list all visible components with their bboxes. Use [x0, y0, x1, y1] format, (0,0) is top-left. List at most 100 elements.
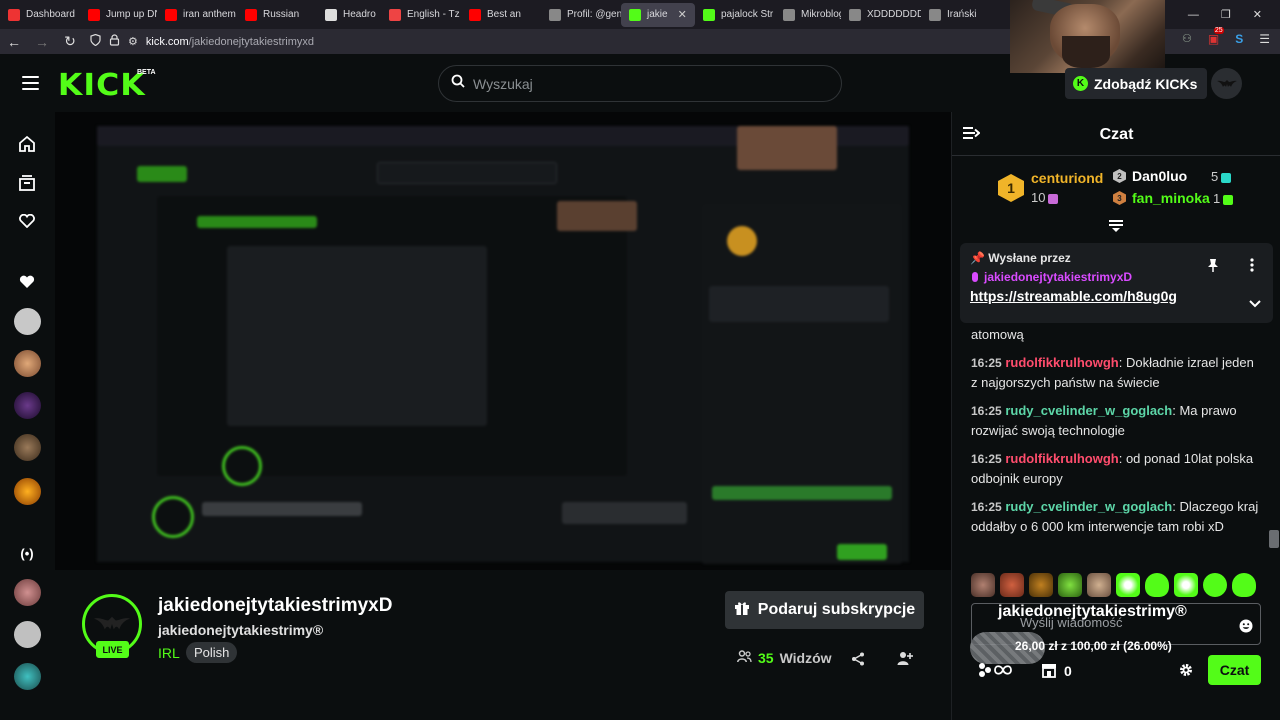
- chat-username[interactable]: rudolfikkrulhowgh: [1005, 451, 1118, 466]
- recommended-icon: (•): [20, 545, 34, 561]
- browser-tab[interactable]: jakie ✕: [621, 2, 695, 27]
- emoji-picker-icon[interactable]: [1239, 619, 1253, 638]
- browser-tab[interactable]: Russian: [237, 0, 317, 29]
- gift-icon: [734, 600, 750, 621]
- goal-amount: 26,00 zł z 100,00 zł (26.00%): [1015, 639, 1172, 653]
- get-kicks-button[interactable]: K Zdobądź KICKs: [1065, 68, 1208, 99]
- followed-channel-avatar[interactable]: [14, 308, 41, 335]
- followed-channel-avatar[interactable]: [14, 350, 41, 377]
- emote-icon[interactable]: [971, 573, 995, 597]
- store-icon[interactable]: [1041, 663, 1057, 683]
- s-extension-icon[interactable]: S: [1235, 32, 1243, 46]
- leaderboard-name-1[interactable]: centuriond: [1031, 170, 1103, 186]
- browse-icon[interactable]: [17, 173, 37, 193]
- gifter-leaderboard: 1 centuriond 10 2 Dan0luo 5 3 fan_minoka…: [952, 157, 1280, 225]
- recommended-channel-avatar[interactable]: [14, 579, 41, 606]
- language-tag[interactable]: Polish: [186, 642, 238, 663]
- browser-tab[interactable]: XDDDDDDD: [841, 0, 921, 29]
- browser-tab[interactable]: Best an: [461, 0, 541, 29]
- maximize-icon[interactable]: ❐: [1221, 8, 1231, 21]
- emote-icon[interactable]: [1087, 573, 1111, 597]
- close-window-icon[interactable]: ✕: [1253, 8, 1262, 21]
- window-controls: — ❐ ✕: [1188, 0, 1280, 29]
- pinned-user[interactable]: jakiedonejtytakiestrimyxD: [972, 270, 1132, 284]
- minimize-icon[interactable]: —: [1188, 9, 1199, 21]
- back-icon[interactable]: ←: [0, 34, 28, 50]
- browser-tab[interactable]: Profil: @gen: [541, 0, 621, 29]
- viewer-count: 35 Widzów: [737, 650, 832, 666]
- tab-label: Best an: [487, 9, 521, 20]
- emote-icon[interactable]: [1232, 573, 1256, 597]
- menu-burger-icon[interactable]: [22, 76, 39, 90]
- forward-icon[interactable]: →: [28, 34, 56, 50]
- emote-icon[interactable]: [1116, 573, 1140, 597]
- browser-tab[interactable]: Irański: [921, 0, 981, 29]
- followed-channel-avatar[interactable]: [14, 434, 41, 461]
- emote-icon[interactable]: [1145, 573, 1169, 597]
- share-icon[interactable]: [851, 652, 865, 671]
- gift-subscription-button[interactable]: Podaruj subskrypcje: [725, 591, 924, 629]
- chat-username[interactable]: rudy_cvelinder_w_goglach: [1005, 499, 1172, 514]
- live-badge: LIVE: [96, 641, 129, 658]
- chat-users-icon[interactable]: [977, 662, 1013, 683]
- reload-icon[interactable]: ↻: [56, 33, 84, 50]
- search-input[interactable]: [473, 75, 813, 92]
- browser-tab[interactable]: Headro: [317, 0, 381, 29]
- user-avatar[interactable]: [1211, 68, 1242, 99]
- emote-icon[interactable]: [1203, 573, 1227, 597]
- emote-icon[interactable]: [1000, 573, 1024, 597]
- recommended-channel-avatar[interactable]: [14, 621, 41, 648]
- emote-icon[interactable]: [1029, 573, 1053, 597]
- streamer-name[interactable]: jakiedonejtytakiestrimyxD: [158, 595, 392, 617]
- chat-settings-gear-icon[interactable]: [1179, 663, 1193, 682]
- chat-username[interactable]: rudy_cvelinder_w_goglach: [1005, 403, 1172, 418]
- chat-message: 16:25 rudolfikkrulhowgh: od ponad 10lat …: [971, 451, 1254, 486]
- chat-scrollbar[interactable]: [1269, 530, 1279, 548]
- permissions-icon[interactable]: ⚙: [128, 35, 138, 48]
- tab-favicon-icon: [245, 8, 257, 21]
- gift-subscription-label: Podaruj subskrypcje: [757, 601, 916, 618]
- expand-leaderboard-icon[interactable]: [1108, 219, 1124, 238]
- tab-label: iran anthem: [183, 9, 236, 20]
- browser-tab[interactable]: iran anthem: [157, 0, 237, 29]
- pin-icon[interactable]: [1207, 258, 1219, 277]
- browser-tab[interactable]: English - Tz: [381, 0, 461, 29]
- browser-tab[interactable]: pajalock Str: [695, 0, 775, 29]
- stream-info: LIVE jakiedonejtytakiestrimyxD jakiedone…: [55, 570, 951, 720]
- browser-tab[interactable]: Dashboard: [0, 0, 80, 29]
- tab-favicon-icon: [469, 8, 481, 21]
- extension-icon[interactable]: ⚇: [1182, 32, 1192, 46]
- rank-2-badge: 2: [1113, 169, 1126, 183]
- leaderboard-row-3[interactable]: 3 fan_minoka: [1113, 190, 1210, 206]
- home-icon[interactable]: [17, 134, 37, 154]
- extension-badge-count: 25: [1213, 27, 1224, 34]
- extension-badge-icon[interactable]: ▣ 25: [1208, 27, 1224, 46]
- menu-icon[interactable]: ☰: [1259, 32, 1270, 46]
- leaderboard-count-1: 10: [1031, 190, 1059, 205]
- address-bar[interactable]: ⚙ kick.com/jakiedonejtytakiestrimyxd: [90, 31, 1090, 53]
- send-chat-button[interactable]: Czat: [1208, 655, 1261, 685]
- recommended-channel-avatar[interactable]: [14, 663, 41, 690]
- kick-logo[interactable]: KICK: [58, 68, 146, 103]
- leaderboard-row-2[interactable]: 2 Dan0luo: [1113, 168, 1187, 184]
- close-tab-icon[interactable]: ✕: [678, 8, 687, 21]
- emote-icon[interactable]: [1058, 573, 1082, 597]
- browser-tab[interactable]: Mikroblog :: [775, 0, 841, 29]
- follow-user-icon[interactable]: [897, 651, 913, 671]
- followed-channel-avatar[interactable]: [14, 478, 41, 505]
- following-heart-icon[interactable]: [17, 211, 37, 231]
- browser-tab[interactable]: Jump up DN: [80, 0, 157, 29]
- viewers-icon: [737, 650, 752, 666]
- tab-favicon-icon: [929, 8, 941, 21]
- tab-favicon-icon: [703, 8, 715, 21]
- followed-channel-avatar[interactable]: [14, 392, 41, 419]
- chevron-down-icon[interactable]: [1249, 295, 1261, 313]
- chat-message: 16:25 rudolfikkrulhowgh: Dokładnie izrae…: [971, 355, 1254, 390]
- stream-category[interactable]: IRL: [158, 645, 180, 661]
- video-player[interactable]: [55, 112, 951, 570]
- emote-icon[interactable]: [1174, 573, 1198, 597]
- more-options-icon[interactable]: [1250, 258, 1254, 277]
- pinned-link[interactable]: https://streamable.com/h8ug0g: [970, 288, 1177, 304]
- search-box[interactable]: [438, 65, 842, 102]
- chat-username[interactable]: rudolfikkrulhowgh: [1005, 355, 1118, 370]
